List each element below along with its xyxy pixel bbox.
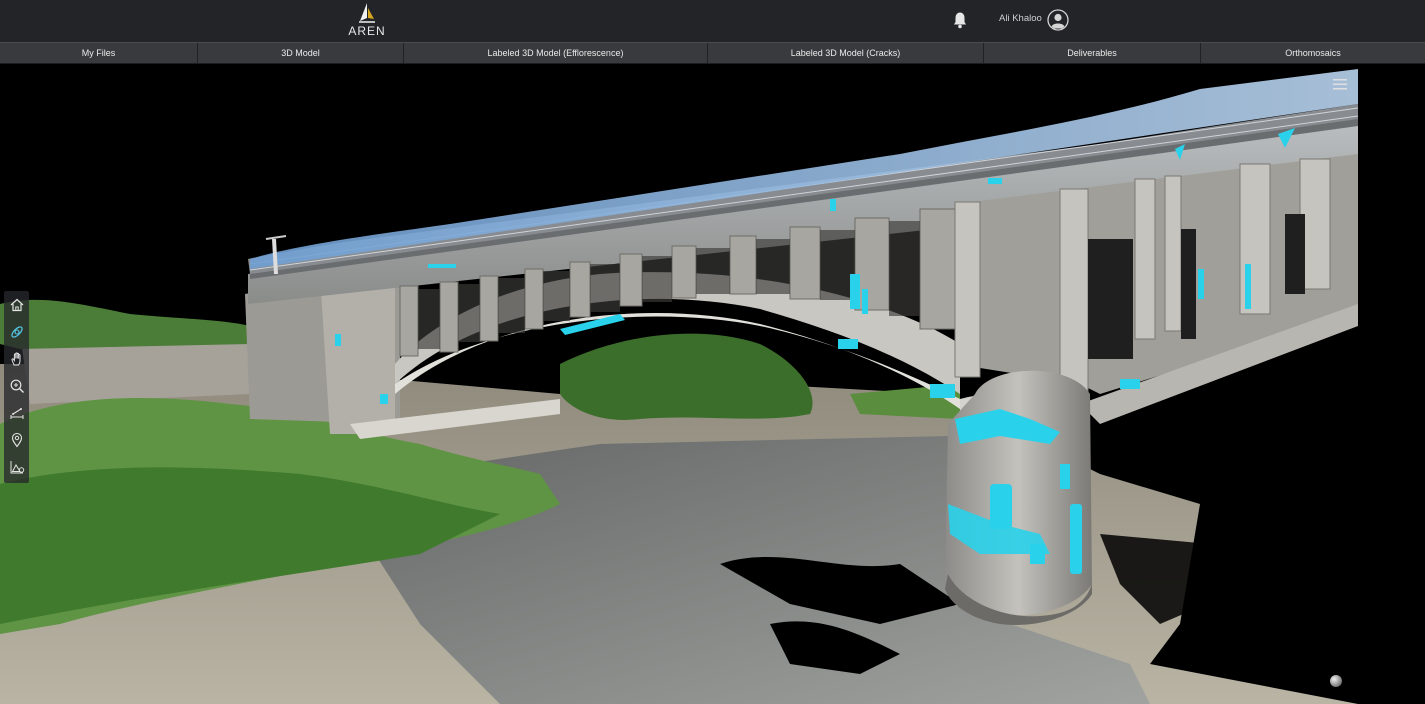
location-pin-icon xyxy=(11,432,22,447)
bridge-3d-model-render[interactable] xyxy=(0,64,1425,704)
aren-logo[interactable]: AREN xyxy=(344,2,390,40)
area-measure-icon xyxy=(10,460,24,473)
tool-area-measure[interactable] xyxy=(4,453,29,480)
tab-labeled-3d-model-efflorescence[interactable]: Labeled 3D Model (Efflorescence) xyxy=(404,43,708,63)
orbit-icon xyxy=(10,325,23,338)
viewer-toolbar xyxy=(4,291,29,483)
zoom-icon xyxy=(10,379,24,393)
3d-model-viewport[interactable] xyxy=(0,64,1425,704)
tool-home[interactable] xyxy=(4,291,29,318)
tool-zoom[interactable] xyxy=(4,372,29,399)
navigation-sphere-icon[interactable] xyxy=(1330,675,1342,687)
user-name[interactable]: Ali Khaloo xyxy=(999,13,1042,24)
home-icon xyxy=(10,298,23,311)
tab-labeled-3d-model-cracks[interactable]: Labeled 3D Model (Cracks) xyxy=(708,43,984,63)
tool-measure[interactable] xyxy=(4,399,29,426)
tab-my-files[interactable]: My Files xyxy=(0,43,198,63)
user-avatar-icon[interactable] xyxy=(1047,9,1069,31)
sailboat-logo-icon xyxy=(359,3,375,23)
tab-3d-model[interactable]: 3D Model xyxy=(198,43,404,63)
tool-location[interactable] xyxy=(4,426,29,453)
hamburger-menu-icon[interactable] xyxy=(1333,78,1347,90)
measure-icon xyxy=(10,407,23,419)
tool-pan[interactable] xyxy=(4,345,29,372)
tab-orthomosaics[interactable]: Orthomosaics xyxy=(1201,43,1425,63)
tool-orbit[interactable] xyxy=(4,318,29,345)
bell-icon[interactable] xyxy=(952,11,968,29)
logo-text: AREN xyxy=(348,24,386,38)
tab-deliverables[interactable]: Deliverables xyxy=(984,43,1201,63)
pan-hand-icon xyxy=(10,351,20,365)
main-tab-bar: My Files 3D Model Labeled 3D Model (Effl… xyxy=(0,42,1425,64)
app-header: AREN Ali Khaloo xyxy=(0,0,1425,42)
